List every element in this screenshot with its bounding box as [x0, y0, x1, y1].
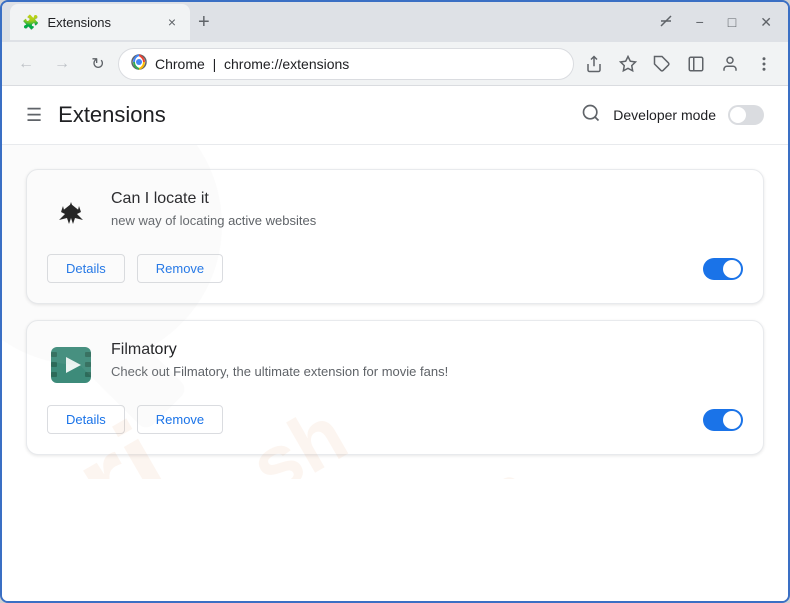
developer-mode-toggle[interactable]: [728, 105, 764, 125]
tab-close-button[interactable]: ×: [166, 12, 178, 32]
address-text: Chrome | chrome://extensions: [155, 56, 561, 72]
minimize-window-button[interactable]: −: [688, 10, 712, 34]
page-title: Extensions: [58, 102, 581, 128]
extension-name: Can I locate it: [111, 190, 743, 208]
reload-button[interactable]: ↻: [82, 48, 114, 80]
extensions-header: ☰ Extensions Developer mode: [2, 86, 788, 145]
new-tab-button[interactable]: +: [190, 7, 218, 38]
close-window-button[interactable]: ✕: [752, 10, 780, 35]
extension-info: Can I locate it new way of locating acti…: [111, 190, 743, 230]
back-button[interactable]: ←: [10, 48, 42, 80]
card-bottom: Details Remove: [47, 254, 743, 283]
toggle-knob-on: [723, 260, 741, 278]
title-bar: 🧩 Extensions × + − □ ✕: [2, 2, 788, 42]
remove-button[interactable]: Remove: [137, 405, 223, 434]
remove-button[interactable]: Remove: [137, 254, 223, 283]
bookmark-button[interactable]: [612, 48, 644, 80]
title-bar-left: 🧩 Extensions × +: [10, 4, 652, 40]
title-bar-controls: − □ ✕: [652, 10, 780, 35]
forward-button[interactable]: →: [46, 48, 78, 80]
extension-card: Can I locate it new way of locating acti…: [26, 169, 764, 304]
extension-description: Check out Filmatory, the ultimate extens…: [111, 363, 743, 381]
details-button[interactable]: Details: [47, 254, 125, 283]
header-right: Developer mode: [581, 103, 764, 128]
extension-description: new way of locating active websites: [111, 212, 743, 230]
extension-enable-toggle[interactable]: [703, 258, 743, 280]
extension-name: Filmatory: [111, 341, 743, 359]
address-bar[interactable]: Chrome | chrome://extensions: [118, 48, 574, 80]
toolbar-right-icons: [578, 48, 780, 80]
page-content: ☰ Extensions Developer mode: [2, 86, 788, 601]
filmatory-icon-svg: [47, 341, 95, 389]
share-button[interactable]: [578, 48, 610, 80]
menu-button[interactable]: [748, 48, 780, 80]
search-button[interactable]: [581, 103, 601, 128]
card-top: Can I locate it new way of locating acti…: [47, 190, 743, 238]
toggle-knob: [730, 107, 746, 123]
chrome-logo-icon: [131, 54, 147, 73]
minimize-button[interactable]: [652, 10, 680, 34]
locate-it-icon-svg: [47, 190, 95, 238]
extension-card: Filmatory Check out Filmatory, the ultim…: [26, 320, 764, 455]
sidebar-toggle-button[interactable]: [680, 48, 712, 80]
extensions-puzzle-button[interactable]: [646, 48, 678, 80]
maximize-window-button[interactable]: □: [720, 10, 744, 34]
card-bottom: Details Remove: [47, 405, 743, 434]
extension-enable-toggle[interactable]: [703, 409, 743, 431]
extensions-tab-icon: 🧩: [22, 14, 39, 31]
extensions-list: ri sh .com: [2, 145, 788, 479]
details-button[interactable]: Details: [47, 405, 125, 434]
hamburger-menu-icon[interactable]: ☰: [26, 105, 42, 126]
profile-button[interactable]: [714, 48, 746, 80]
extension-info: Filmatory Check out Filmatory, the ultim…: [111, 341, 743, 381]
developer-mode-label: Developer mode: [613, 107, 716, 123]
browser-window: 🧩 Extensions × + − □ ✕ ← → ↻: [0, 0, 790, 603]
browser-tab[interactable]: 🧩 Extensions ×: [10, 4, 190, 40]
toolbar: ← → ↻ Chrome | chrome://extensions: [2, 42, 788, 86]
extension-icon: [47, 190, 95, 238]
card-top: Filmatory Check out Filmatory, the ultim…: [47, 341, 743, 389]
tab-title: Extensions: [47, 15, 157, 30]
extension-icon: [47, 341, 95, 389]
toggle-knob-on: [723, 411, 741, 429]
